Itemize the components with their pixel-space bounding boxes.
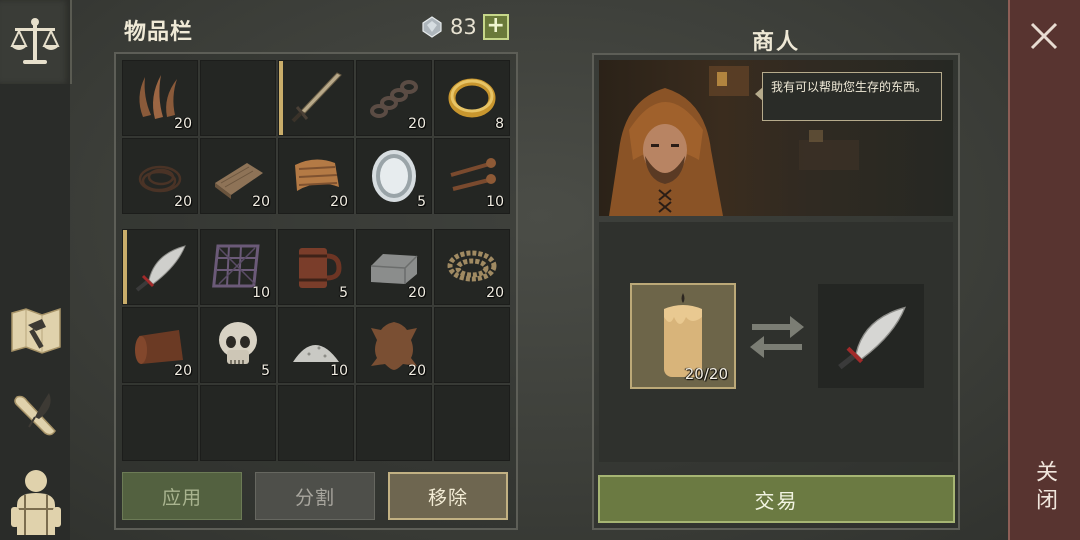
sidebar	[0, 0, 72, 540]
inventory-title: 物品栏	[124, 20, 194, 45]
inventory-slot[interactable]: 20	[356, 307, 432, 383]
swap-arrows-icon	[750, 316, 804, 358]
inventory-slot[interactable]: 10	[200, 229, 276, 305]
offer-quantity: 20/20	[684, 365, 728, 383]
inventory-slot[interactable]: 5	[278, 229, 354, 305]
scimitar-icon	[135, 245, 186, 292]
tab-character[interactable]	[0, 460, 72, 540]
close-icon[interactable]	[1026, 18, 1062, 54]
inventory-slot[interactable]	[122, 229, 198, 305]
inventory-slot[interactable]: 10	[434, 138, 510, 214]
scroll-quill-icon	[14, 393, 56, 436]
inventory-slot[interactable]: 20	[122, 138, 198, 214]
tab-recipes[interactable]	[0, 382, 72, 446]
stash-grid: 10 5 20 20 20 5 10 20	[122, 229, 510, 461]
remove-button[interactable]: 移除	[388, 472, 508, 520]
merchant-title: 商人	[752, 30, 801, 55]
inventory-slot[interactable]	[200, 60, 276, 136]
scales-icon	[10, 18, 60, 64]
inventory-slot[interactable]: 8	[434, 60, 510, 136]
sword-icon	[291, 72, 342, 123]
item-quantity: 20	[174, 194, 192, 210]
wooden-mug-icon	[299, 248, 342, 288]
close-label[interactable]: 关闭	[1026, 458, 1062, 518]
inventory-slot[interactable]: 20	[200, 138, 276, 214]
item-quantity: 5	[417, 194, 426, 210]
inventory-slot[interactable]: 5	[356, 138, 432, 214]
apply-button[interactable]: 应用	[122, 472, 242, 520]
inventory-slot[interactable]: 20	[122, 60, 198, 136]
item-quantity: 5	[261, 363, 270, 379]
tab-trade[interactable]	[0, 0, 72, 84]
gem-icon	[422, 16, 442, 38]
scimitar-icon	[838, 306, 907, 370]
item-quantity: 20	[330, 194, 348, 210]
item-quantity: 20	[408, 285, 426, 301]
tab-crafting[interactable]	[0, 300, 72, 360]
item-quantity: 20	[408, 116, 426, 132]
item-quantity: 8	[495, 116, 504, 132]
currency-amount: 83	[450, 15, 477, 39]
item-quantity: 20	[174, 116, 192, 132]
inventory-slot[interactable]: 20	[356, 229, 432, 305]
inventory-slot[interactable]: 20	[122, 307, 198, 383]
inventory-slot[interactable]	[122, 385, 198, 461]
inventory-slot[interactable]: 5	[200, 307, 276, 383]
trade-button[interactable]: 交易	[598, 475, 955, 523]
item-quantity: 20	[408, 363, 426, 379]
item-quantity: 5	[339, 285, 348, 301]
inventory-slot[interactable]: 20	[434, 229, 510, 305]
gold-ring-icon	[448, 78, 496, 118]
inventory-slot[interactable]: 10	[278, 307, 354, 383]
item-quantity: 20	[252, 194, 270, 210]
inventory-slot[interactable]	[278, 60, 354, 136]
map-hammer-icon	[11, 307, 61, 354]
bag-grid: 20 20 8 20 20 20 5 10	[122, 60, 510, 214]
inventory-slot[interactable]	[434, 385, 510, 461]
offer-slot[interactable]: 20/20	[630, 283, 736, 389]
item-quantity: 10	[252, 285, 270, 301]
item-quantity: 20	[486, 285, 504, 301]
inventory-slot[interactable]	[434, 307, 510, 383]
inventory-slot[interactable]	[200, 385, 276, 461]
add-currency-button[interactable]: +	[482, 14, 509, 40]
item-quantity: 20	[174, 363, 192, 379]
inventory-slot[interactable]	[356, 385, 432, 461]
inventory-slot[interactable]: 20	[278, 138, 354, 214]
mirror-icon	[372, 150, 416, 202]
character-icon	[11, 470, 61, 535]
inventory-slot[interactable]	[278, 385, 354, 461]
inventory-slot[interactable]: 20	[356, 60, 432, 136]
item-quantity: 10	[486, 194, 504, 210]
split-button[interactable]: 分割	[255, 472, 375, 520]
request-slot[interactable]	[818, 284, 924, 388]
merchant-speech-bubble: 我有可以帮助您生存的东西。	[755, 72, 942, 121]
skull-icon	[219, 322, 257, 364]
currency-display: 83 +	[420, 14, 509, 40]
item-quantity: 10	[330, 363, 348, 379]
